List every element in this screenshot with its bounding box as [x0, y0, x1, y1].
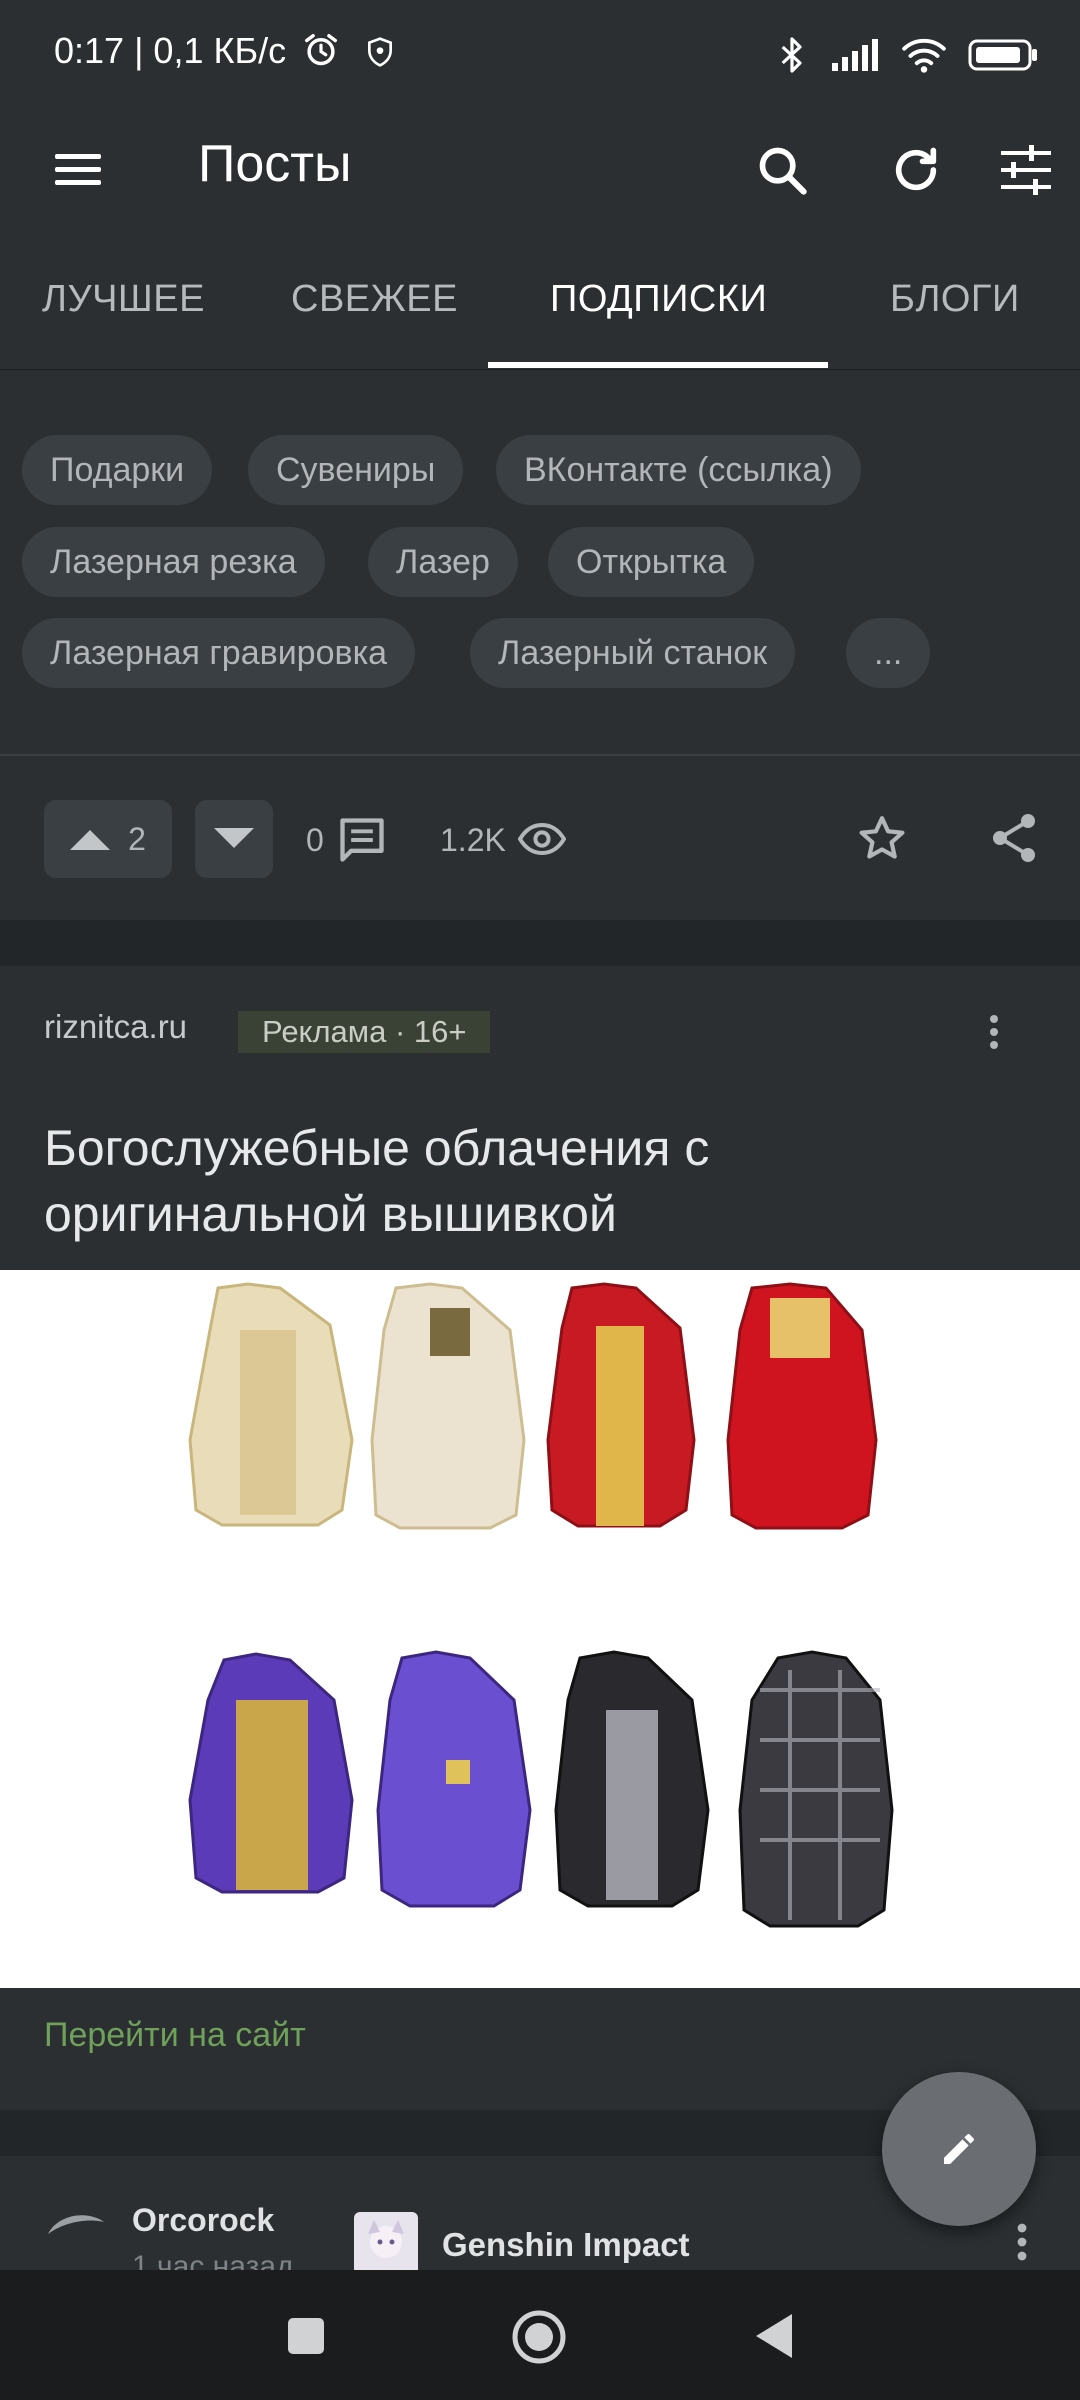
- upvote-button[interactable]: 2: [44, 800, 172, 878]
- search-icon[interactable]: [742, 130, 822, 210]
- status-icons: [776, 30, 1040, 80]
- tag-more-chip[interactable]: ...: [846, 618, 931, 688]
- bluetooth-icon: [781, 37, 802, 73]
- more-vert-icon[interactable]: [986, 1014, 1002, 1055]
- recents-button[interactable]: [286, 2316, 326, 2361]
- compose-fab[interactable]: [882, 2072, 1036, 2226]
- system-nav-bar: [0, 2270, 1080, 2400]
- filter-icon[interactable]: [986, 130, 1066, 210]
- battery-icon: [968, 39, 1037, 71]
- comment-icon[interactable]: [336, 816, 388, 869]
- ad-source[interactable]: riznitca.ru: [44, 1008, 187, 1046]
- tab-blogs[interactable]: БЛОГИ: [890, 278, 1020, 321]
- active-tab-indicator: [488, 362, 828, 368]
- status-bar: 0:17 | 0,1 КБ/с: [0, 0, 1080, 110]
- alarm-icon: [305, 34, 338, 66]
- divider: [0, 754, 1080, 756]
- back-button[interactable]: [752, 2312, 796, 2365]
- author-avatar[interactable]: [44, 2200, 108, 2269]
- tag-chip[interactable]: Лазерная гравировка: [22, 618, 416, 688]
- arrow-up-icon: [70, 830, 111, 850]
- community-avatar[interactable]: [354, 2212, 418, 2276]
- tab-bar: ЛУЧШЕЕ СВЕЖЕЕ ПОДПИСКИ БЛОГИ: [0, 240, 1080, 370]
- tag-chip[interactable]: Открытка: [548, 527, 755, 597]
- status-time-text: 0:17 | 0,1 КБ/с: [54, 30, 287, 71]
- tag-chip[interactable]: Лазер: [368, 527, 518, 597]
- tag-chip[interactable]: Сувениры: [248, 435, 464, 505]
- eye-icon: [517, 820, 567, 863]
- comment-count: 0: [306, 822, 324, 858]
- community-name[interactable]: Genshin Impact: [442, 2226, 690, 2264]
- pencil-icon: [944, 2134, 974, 2164]
- app-bar: Посты: [0, 110, 1080, 240]
- ad-image[interactable]: [0, 1270, 1080, 1988]
- share-icon[interactable]: [990, 812, 1038, 869]
- page-title: Посты: [198, 135, 352, 193]
- home-button[interactable]: [510, 2308, 568, 2371]
- shield-icon: [368, 37, 393, 67]
- tag-chip[interactable]: ВКонтакте (ссылка): [496, 435, 861, 505]
- tag-chip[interactable]: Лазерный станок: [470, 618, 796, 688]
- downvote-button[interactable]: [195, 800, 273, 878]
- visit-site-link[interactable]: Перейти на сайт: [44, 2016, 306, 2055]
- star-icon[interactable]: [856, 814, 908, 869]
- tab-fresh[interactable]: СВЕЖЕЕ: [291, 278, 458, 321]
- ad-title[interactable]: Богослужебные облачения с оригинальной в…: [44, 1115, 1034, 1247]
- author-name[interactable]: Orcorock: [132, 2202, 274, 2239]
- tab-best[interactable]: ЛУЧШЕЕ: [42, 278, 205, 321]
- signal-icon: [832, 39, 878, 71]
- view-count: 1.2K: [440, 822, 506, 858]
- arrow-down-icon: [214, 828, 254, 848]
- wifi-icon: [902, 38, 946, 73]
- menu-icon[interactable]: [38, 130, 118, 210]
- status-time: 0:17 | 0,1 КБ/с: [54, 30, 396, 72]
- tag-chip[interactable]: Подарки: [22, 435, 213, 505]
- tag-chip[interactable]: Лазерная резка: [22, 527, 325, 597]
- more-vert-icon[interactable]: [1014, 2222, 1030, 2267]
- ad-badge: Реклама · 16+: [238, 1011, 491, 1053]
- upvote-count: 2: [128, 820, 146, 857]
- refresh-icon[interactable]: [876, 130, 956, 210]
- tab-subscriptions[interactable]: ПОДПИСКИ: [550, 278, 767, 321]
